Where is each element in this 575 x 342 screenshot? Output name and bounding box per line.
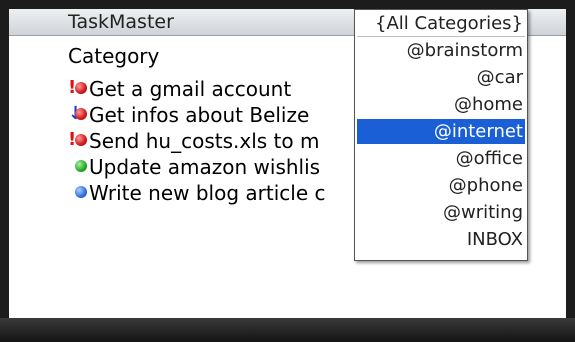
device-bezel (0, 318, 575, 342)
category-option-phone[interactable]: @phone (357, 173, 525, 198)
status-red-icon (75, 134, 87, 146)
task-label: Write new blog article c (89, 181, 326, 205)
app-title: TaskMaster (68, 11, 174, 33)
high-priority-icon: ! (68, 129, 77, 150)
category-option-home[interactable]: @home (357, 92, 525, 117)
category-option-brainstorm[interactable]: @brainstorm (357, 38, 525, 63)
priority-slot (68, 157, 74, 175)
list-header: Category (68, 44, 160, 68)
category-option-inbox[interactable]: INBOX (357, 227, 525, 252)
category-dropdown[interactable]: {All Categories} @brainstorm @car @home … (354, 9, 528, 261)
category-option-writing[interactable]: @writing (357, 200, 525, 225)
task-label: Get a gmail account (89, 77, 292, 101)
category-option-office[interactable]: @office (357, 146, 525, 171)
task-item[interactable]: ! Get a gmail account (68, 76, 368, 102)
low-priority-icon: ↓ (68, 105, 83, 123)
task-item[interactable]: ↓ Get infos about Belize (68, 102, 368, 128)
category-option-car[interactable]: @car (357, 65, 525, 90)
device-screen: TaskMaster Category ! Get a gmail accoun… (9, 9, 566, 318)
task-item[interactable]: Write new blog article c (68, 180, 368, 206)
category-option-internet[interactable]: @internet (357, 119, 525, 144)
task-label: Update amazon wishlis (89, 155, 321, 179)
category-option-all[interactable]: {All Categories} (357, 11, 525, 37)
status-red-icon (75, 108, 87, 120)
task-label: Send hu_costs.xls to m (89, 129, 320, 153)
status-green-icon (75, 160, 87, 172)
high-priority-icon: ! (68, 77, 77, 98)
priority-slot (68, 183, 74, 201)
task-label: Get infos about Belize (89, 103, 310, 127)
status-red-icon (75, 82, 87, 94)
task-item[interactable]: Update amazon wishlis (68, 154, 368, 180)
status-blue-icon (75, 186, 87, 198)
task-item[interactable]: ! Send hu_costs.xls to m (68, 128, 368, 154)
